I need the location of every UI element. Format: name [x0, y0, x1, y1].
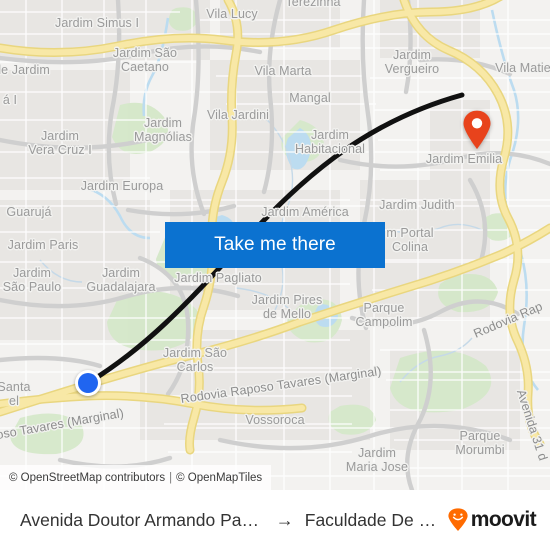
moovit-logo[interactable]: moovit — [447, 508, 537, 532]
map-pin-icon — [463, 110, 491, 149]
take-me-there-button[interactable]: Take me there — [165, 222, 385, 268]
origin-dot — [78, 373, 98, 393]
route-summary-bar: Avenida Doutor Armando Pan... → Faculdad… — [0, 490, 550, 550]
attribution-openmaptiles[interactable]: © OpenMapTiles — [176, 472, 262, 484]
map-attribution: © OpenStreetMap contributors | © OpenMap… — [0, 465, 272, 490]
origin-marker[interactable] — [75, 370, 101, 396]
attribution-separator: | — [169, 471, 173, 484]
origin-place-label: Avenida Doutor Armando Pan... — [20, 509, 265, 530]
arrow-right-icon: → — [275, 509, 294, 530]
moovit-wordmark: moovit — [470, 508, 537, 531]
destination-place-label: Faculdade De Me... — [304, 509, 447, 530]
map-canvas[interactable]: Jardim Simus I Vila Lucy Terezinha Jardim V… — [0, 0, 550, 490]
moovit-pin-icon — [448, 508, 468, 531]
attribution-osm[interactable]: © OpenStreetMap contributors — [9, 472, 165, 484]
moovit-route-screen: Jardim Simus I Vila Lucy Terezinha Jardim V… — [0, 0, 550, 550]
